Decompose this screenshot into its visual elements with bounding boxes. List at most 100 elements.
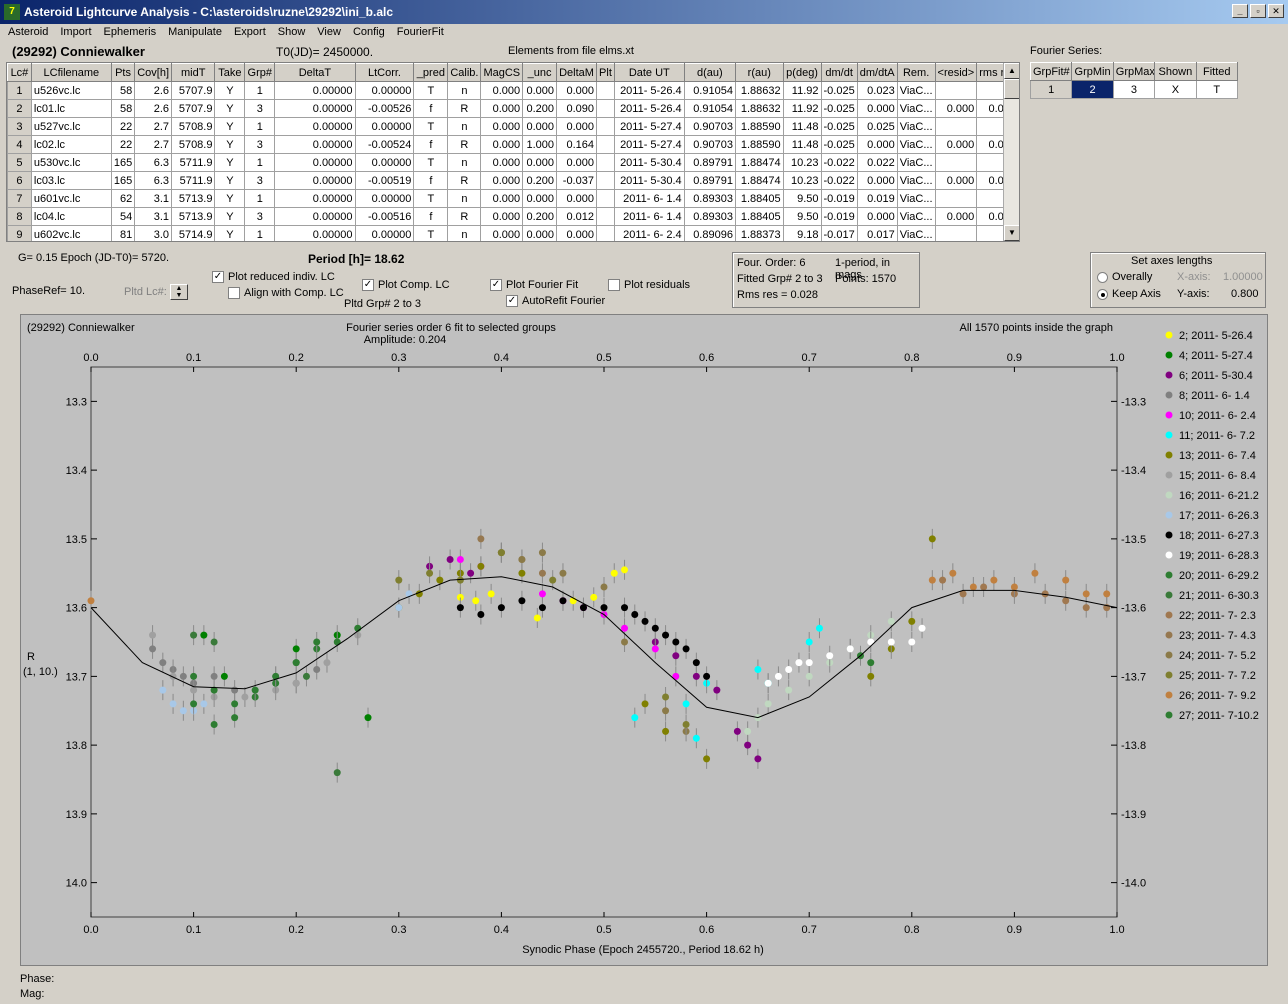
table-cell[interactable]: 0.200 [522,171,557,190]
column-header[interactable]: Cov[h] [134,63,172,82]
data-point[interactable] [651,645,659,653]
table-cell[interactable]: 0.89791 [683,171,736,190]
table-cell[interactable]: 2011- 6- 1.4 [613,207,685,226]
data-point[interactable] [426,569,434,577]
table-cell[interactable]: 0.00000 [274,99,356,118]
menu-export[interactable]: Export [226,24,270,42]
data-point[interactable] [1082,590,1090,598]
data-point[interactable] [200,700,208,708]
table-cell[interactable]: 2011- 5-26.4 [613,99,685,118]
table-cell[interactable]: 10.23 [782,171,822,190]
data-point[interactable] [313,666,321,673]
data-point[interactable] [692,734,700,742]
data-point[interactable] [590,593,598,601]
table-cell[interactable]: 0.000 [556,225,597,241]
table-cell[interactable]: ViaC... [896,207,936,226]
data-point[interactable] [744,727,752,735]
data-point[interactable] [446,556,454,563]
table-cell[interactable]: 0.000 [556,189,597,208]
data-point[interactable] [292,659,300,667]
data-point[interactable] [477,611,485,618]
data-point[interactable] [333,769,341,777]
data-point[interactable] [364,714,372,722]
data-point[interactable] [169,700,177,708]
row-header[interactable]: 2 [7,99,32,118]
data-point[interactable] [159,659,167,667]
column-header[interactable]: dm/dtA [856,63,898,82]
column-header[interactable]: Plt [595,63,615,82]
table-cell[interactable]: lc03.lc [30,171,112,190]
data-point[interactable] [908,617,916,625]
table-cell[interactable]: 5707.9 [170,99,216,118]
data-point[interactable] [744,741,752,749]
data-point[interactable] [231,714,239,722]
table-cell[interactable]: 165 [110,153,136,172]
table-cell[interactable]: 5713.9 [170,189,216,208]
table-cell[interactable]: 3 [244,171,276,190]
data-point[interactable] [179,672,187,680]
table-cell[interactable]: 1.88590 [734,135,784,154]
data-point[interactable] [621,624,629,632]
data-point[interactable] [395,576,403,584]
table-cell[interactable]: -0.019 [820,207,858,226]
table-cell[interactable]: 0.000 [934,171,978,190]
table-cell[interactable]: R [447,207,482,226]
table-cell[interactable]: 2.6 [134,81,172,100]
table-cell[interactable]: 1.88474 [734,171,784,190]
data-point[interactable] [456,576,464,584]
fourier-column-header[interactable]: Fitted [1195,62,1239,81]
data-point[interactable] [785,686,793,694]
column-header[interactable]: LCfilename [30,63,112,82]
table-cell[interactable]: ViaC... [896,153,936,172]
table-cell[interactable]: n [447,153,482,172]
table-cell[interactable] [934,117,978,136]
data-point[interactable] [764,700,772,708]
table-cell[interactable] [595,171,615,190]
table-cell[interactable]: u526vc.lc [30,81,112,100]
table-row[interactable]: 4 lc02.lc 22 2.7 5708.9 Y 3 0.00000 -0.00524 f R 0.… [7,135,1019,154]
table-row[interactable]: 5 u530vc.lc 165 6.3 5711.9 Y 1 0.00000 0.00000 Tn… [7,153,1019,172]
table-cell[interactable]: 1.000 [522,135,557,154]
table-cell[interactable] [595,225,615,241]
data-point[interactable] [210,721,218,728]
table-cell[interactable]: 0.000 [934,135,978,154]
table-cell[interactable]: 10.23 [782,153,822,172]
menu-view[interactable]: View [309,24,345,42]
table-cell[interactable]: 0.00000 [354,117,415,136]
column-header[interactable]: Rem. [896,63,936,82]
fourier-cell[interactable]: 2 [1071,80,1114,99]
table-cell[interactable]: Y [214,225,246,241]
table-cell[interactable]: f [413,135,449,154]
data-point[interactable] [559,597,567,605]
table-cell[interactable]: -0.00516 [354,207,415,226]
table-cell[interactable]: -0.037 [556,171,597,190]
data-point[interactable] [87,597,95,605]
table-cell[interactable]: 9.50 [782,189,822,208]
data-point[interactable] [1103,590,1111,598]
table-cell[interactable]: -0.00519 [354,171,415,190]
table-cell[interactable]: 165 [110,171,136,190]
table-cell[interactable]: 2011- 5-30.4 [613,153,685,172]
table-cell[interactable]: 9.18 [782,225,822,241]
table-cell[interactable]: u602vc.lc [30,225,112,241]
table-cell[interactable]: 58 [110,99,136,118]
table-cell[interactable] [934,225,978,241]
fourier-column-header[interactable]: GrpFit# [1029,62,1073,81]
fourier-series-table[interactable]: GrpFit# GrpMin GrpMax Shown Fitted 123XT [1029,62,1239,99]
data-point[interactable] [774,672,782,680]
data-point[interactable] [538,590,546,598]
row-header[interactable]: 1 [7,81,32,100]
table-cell[interactable]: 5711.9 [170,171,216,190]
data-point[interactable] [538,549,546,557]
table-cell[interactable]: 0.000 [522,189,557,208]
table-cell[interactable]: R [447,99,482,118]
data-point[interactable] [190,686,198,694]
data-point[interactable] [733,727,741,735]
data-point[interactable] [672,638,680,646]
data-point[interactable] [538,604,546,612]
data-point[interactable] [651,624,659,632]
column-header[interactable]: Take [214,63,246,82]
table-cell[interactable]: -0.022 [820,153,858,172]
column-header[interactable]: Grp# [244,63,276,82]
table-cell[interactable]: 5708.9 [170,117,216,136]
